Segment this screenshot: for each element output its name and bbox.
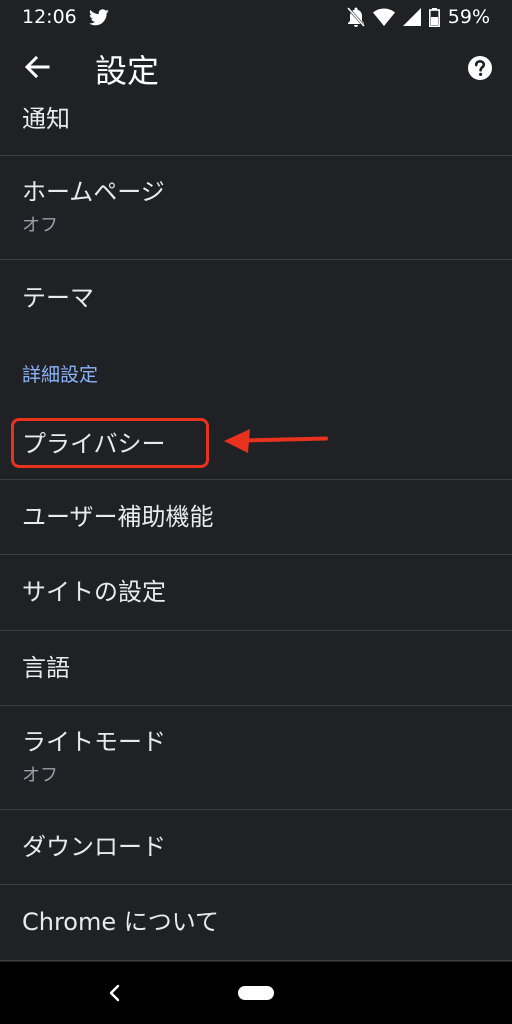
battery-level: 59% bbox=[447, 6, 490, 28]
settings-item-status: オフ bbox=[22, 214, 58, 236]
wifi-icon bbox=[372, 8, 395, 26]
settings-item-theme[interactable]: テーマ bbox=[0, 260, 512, 336]
section-header-advanced: 詳細設定 bbox=[0, 336, 512, 410]
annotation-arrow-icon bbox=[224, 429, 328, 453]
settings-item-label: サイトの設定 bbox=[22, 578, 166, 607]
status-left: 12:06 bbox=[22, 6, 109, 28]
settings-item-label: テーマ bbox=[22, 283, 94, 312]
settings-item-about-chrome[interactable]: Chrome について bbox=[0, 885, 512, 961]
settings-item-status: オフ bbox=[22, 764, 58, 786]
settings-item-notifications[interactable]: 通知 bbox=[0, 84, 512, 156]
highlight-box bbox=[11, 418, 209, 468]
settings-item-label: ライトモード bbox=[22, 728, 166, 757]
arrow-back-icon bbox=[24, 56, 50, 78]
settings-item-label: 通知 bbox=[22, 105, 70, 134]
settings-item-lite-mode[interactable]: ライトモード オフ bbox=[0, 706, 512, 810]
screen: 12:06 59% 設定 通知 ホームページ オフ テーマ 詳細設定 プライバシ… bbox=[0, 0, 512, 1024]
status-bar: 12:06 59% bbox=[0, 0, 512, 34]
nav-back-button[interactable] bbox=[100, 978, 128, 1008]
settings-item-label: ダウンロード bbox=[22, 832, 166, 861]
status-right: 59% bbox=[346, 6, 490, 28]
settings-item-label: 言語 bbox=[22, 653, 70, 682]
status-time: 12:06 bbox=[22, 6, 77, 28]
settings-item-downloads[interactable]: ダウンロード bbox=[0, 810, 512, 885]
settings-item-label: ホームページ bbox=[22, 178, 165, 207]
battery-icon bbox=[428, 7, 440, 27]
notifications-off-icon bbox=[346, 7, 365, 27]
settings-item-languages[interactable]: 言語 bbox=[0, 631, 512, 706]
help-button[interactable] bbox=[462, 50, 498, 86]
settings-item-label: Chrome について bbox=[22, 908, 220, 937]
nav-back-icon bbox=[109, 984, 120, 1002]
settings-item-accessibility[interactable]: ユーザー補助機能 bbox=[0, 480, 512, 555]
settings-item-label: ユーザー補助機能 bbox=[22, 502, 214, 531]
twitter-icon bbox=[88, 8, 109, 26]
navigation-bar bbox=[0, 962, 512, 1024]
section-title: 詳細設定 bbox=[22, 363, 99, 386]
help-icon bbox=[468, 56, 492, 80]
signal-icon bbox=[402, 8, 421, 26]
settings-list: 通知 ホームページ オフ テーマ 詳細設定 プライバシー ユーザー補助機能 サイ… bbox=[0, 84, 512, 961]
settings-item-homepage[interactable]: ホームページ オフ bbox=[0, 156, 512, 260]
settings-item-site-settings[interactable]: サイトの設定 bbox=[0, 555, 512, 631]
home-pill[interactable] bbox=[238, 986, 274, 1000]
